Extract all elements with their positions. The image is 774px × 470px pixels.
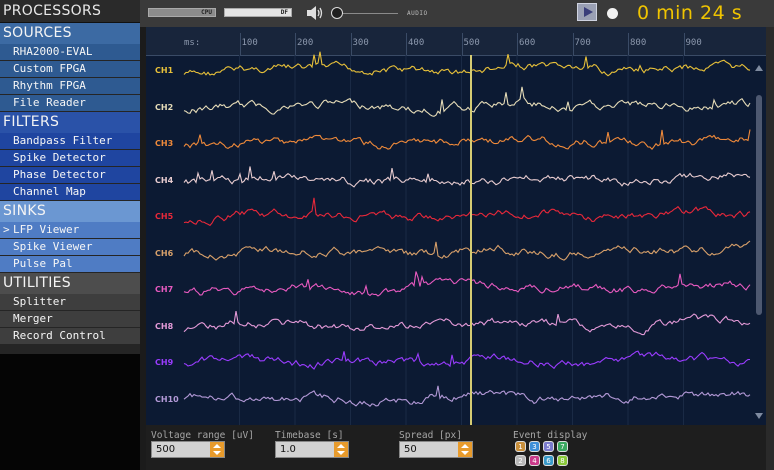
volume-slider-track[interactable] <box>338 13 398 14</box>
processor-item-bandpass-filter[interactable]: Bandpass Filter <box>0 133 140 149</box>
voltage-range-option: Voltage range [uV] <box>151 430 254 441</box>
event-channel-button[interactable]: 8 <box>557 455 568 466</box>
lfp-viewer-canvas[interactable]: ms: 100 200 300 400 500 600 700 800 900 CH1 CH2 CH… <box>146 27 766 425</box>
processor-item-channel-map[interactable]: Channel Map <box>0 184 140 200</box>
processor-item-spike-detector[interactable]: Spike Detector <box>0 150 140 166</box>
recording-clock: 0 min 24 s <box>637 2 743 24</box>
channel-label: CH10 <box>155 394 179 404</box>
processor-item-file-reader[interactable]: File Reader <box>0 95 140 111</box>
timebase-option: Timebase [s] <box>275 430 344 441</box>
trace-area <box>183 51 751 425</box>
spread-value: 50 <box>404 444 417 455</box>
processor-item-label: LFP Viewer <box>13 223 80 236</box>
channel-trace <box>183 51 751 77</box>
category-header-sinks[interactable]: SINKS <box>0 201 140 222</box>
control-bar: CPU DF AUDIO 0 min 24 s <box>140 0 774 27</box>
processor-item-rha2000-eval[interactable]: RHA2000-EVAL <box>0 44 140 60</box>
processor-list: PROCESSORS SOURCES RHA2000-EVAL Custom F… <box>0 0 140 470</box>
audio-label: AUDIO <box>407 10 428 17</box>
voltage-range-select[interactable]: 500 <box>151 441 225 458</box>
channel-trace <box>183 197 751 227</box>
voltage-range-label: Voltage range [uV] <box>151 430 254 441</box>
event-channel-button[interactable]: 3 <box>529 441 540 452</box>
event-channel-button[interactable]: 5 <box>543 441 554 452</box>
processor-item-spike-viewer[interactable]: Spike Viewer <box>0 239 140 255</box>
channel-label: CH4 <box>155 175 174 185</box>
scrollbar-thumb[interactable] <box>756 95 762 315</box>
category-utilities: UTILITIES Splitter Merger Record Control <box>0 273 140 344</box>
channel-trace <box>183 166 751 188</box>
play-icon[interactable] <box>577 3 597 21</box>
spread-option: Spread [px] <box>399 430 462 441</box>
event-display-label: Event display <box>513 430 588 441</box>
channel-label: CH8 <box>155 321 174 331</box>
scroll-down-icon[interactable] <box>755 413 763 419</box>
right-edge-panel <box>766 27 774 470</box>
channel-trace <box>183 86 751 117</box>
vertical-scrollbar[interactable] <box>755 61 763 421</box>
speaker-icon[interactable] <box>306 5 324 21</box>
viewer-options-panel: Voltage range [uV] 500 Timebase [s] 1.0 … <box>146 425 766 470</box>
channel-label: CH2 <box>155 102 174 112</box>
event-channel-button[interactable]: 6 <box>543 455 554 466</box>
time-cursor <box>469 55 472 425</box>
channel-label: CH5 <box>155 212 174 221</box>
processor-list-title: PROCESSORS <box>0 0 140 23</box>
processor-item-merger[interactable]: Merger <box>0 311 140 327</box>
event-channel-button[interactable]: 1 <box>515 441 526 452</box>
channel-label: CH6 <box>155 248 174 258</box>
volume-slider-knob[interactable] <box>331 7 343 19</box>
category-header-filters[interactable]: FILTERS <box>0 112 140 133</box>
spread-select[interactable]: 50 <box>399 441 473 458</box>
spinner-arrows-icon[interactable] <box>334 442 348 457</box>
record-icon[interactable] <box>607 8 618 19</box>
channel-trace <box>183 350 751 370</box>
disk-space-meter: DF <box>224 8 292 17</box>
channel-label: CH9 <box>155 358 174 367</box>
scroll-up-icon[interactable] <box>755 65 763 71</box>
channel-trace <box>183 271 751 297</box>
category-sources: SOURCES RHA2000-EVAL Custom FPGA Rhythm … <box>0 23 140 111</box>
channel-label: CH7 <box>155 285 174 294</box>
spinner-arrows-icon[interactable] <box>210 442 224 457</box>
channel-label: CH1 <box>155 66 174 75</box>
category-sinks: SINKS > LFP Viewer Spike Viewer Pulse Pa… <box>0 201 140 272</box>
channel-label: CH3 <box>155 139 174 148</box>
spread-label: Spread [px] <box>399 430 462 441</box>
processor-item-record-control[interactable]: Record Control <box>0 328 140 344</box>
channel-trace <box>183 240 751 261</box>
event-channel-button[interactable]: 7 <box>557 441 568 452</box>
category-header-utilities[interactable]: UTILITIES <box>0 273 140 294</box>
channel-trace <box>183 129 751 151</box>
processor-item-pulse-pal[interactable]: Pulse Pal <box>0 256 140 272</box>
disk-space-meter-label: DF <box>280 9 288 16</box>
selected-marker: > <box>3 223 10 236</box>
processor-item-phase-detector[interactable]: Phase Detector <box>0 167 140 183</box>
processor-item-rhythm-fpga[interactable]: Rhythm FPGA <box>0 78 140 94</box>
channel-trace <box>183 385 751 407</box>
sidebar-empty-area <box>0 354 140 470</box>
voltage-range-value: 500 <box>156 444 176 455</box>
channel-trace <box>183 311 751 336</box>
timebase-label: Timebase [s] <box>275 430 344 441</box>
category-filters: FILTERS Bandpass Filter Spike Detector P… <box>0 112 140 200</box>
category-header-sources[interactable]: SOURCES <box>0 23 140 44</box>
cpu-meter: CPU <box>148 8 216 17</box>
processor-item-splitter[interactable]: Splitter <box>0 294 140 310</box>
processor-item-custom-fpga[interactable]: Custom FPGA <box>0 61 140 77</box>
processor-item-lfp-viewer[interactable]: > LFP Viewer <box>0 222 140 238</box>
event-display-option: Event display <box>513 430 587 441</box>
event-channel-button[interactable]: 2 <box>515 455 526 466</box>
timebase-value: 1.0 <box>280 444 296 455</box>
spinner-arrows-icon[interactable] <box>458 442 472 457</box>
cpu-meter-label: CPU <box>201 9 212 16</box>
event-channel-button[interactable]: 4 <box>529 455 540 466</box>
timebase-select[interactable]: 1.0 <box>275 441 349 458</box>
